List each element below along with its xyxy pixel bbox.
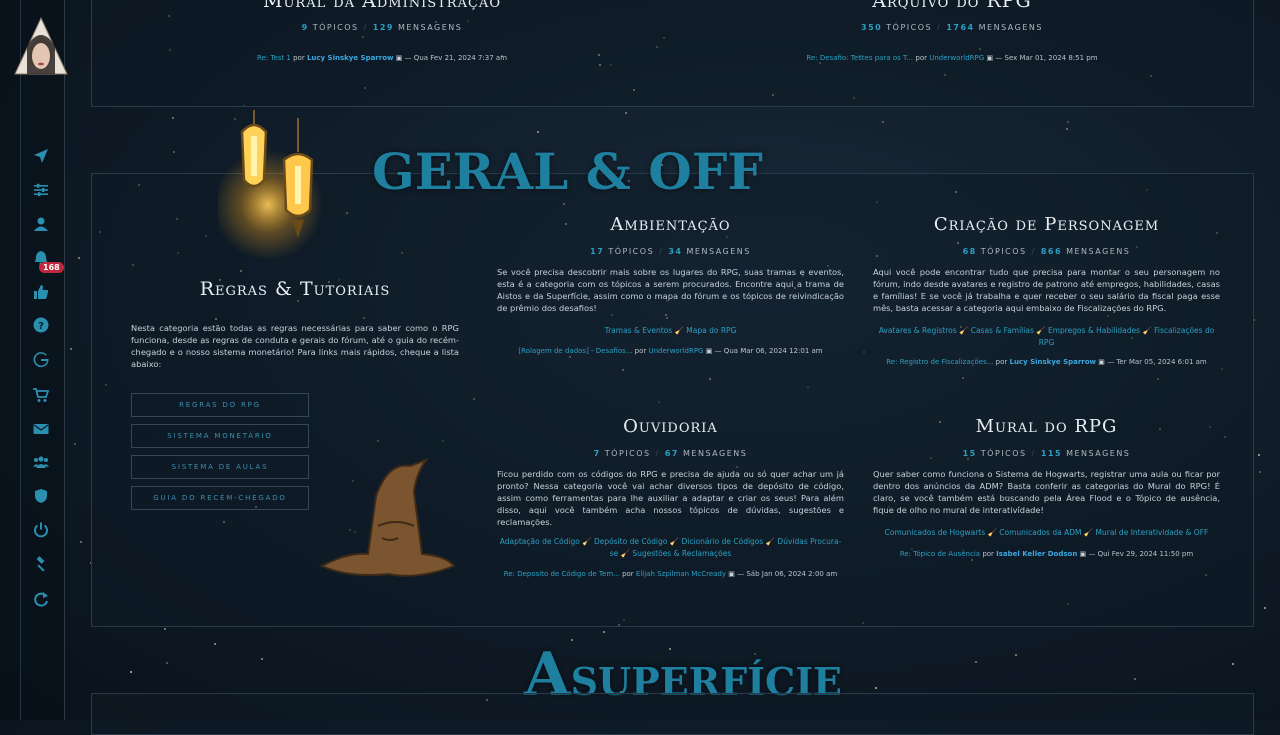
question-icon[interactable]: ? <box>31 315 51 335</box>
star <box>882 120 885 123</box>
users-icon[interactable] <box>31 452 51 472</box>
last-post: Re: Deposito de Código de Tem... por Eli… <box>503 570 838 579</box>
forum-title[interactable]: Arquivo do RPG <box>752 0 1152 13</box>
star <box>261 657 264 660</box>
star <box>1258 471 1261 474</box>
star <box>1134 677 1137 680</box>
forum-criacao-personagem[interactable]: Criação de Personagem 68 TÓPICOS/866 MEN… <box>873 214 1220 366</box>
forum-title[interactable]: Ouvidoria <box>497 416 844 437</box>
star <box>1066 127 1069 130</box>
last-post-user[interactable]: UnderworldRPG <box>929 54 984 62</box>
regras-rpg-button[interactable]: REGRAS DO RPG <box>131 393 309 417</box>
star <box>78 257 81 260</box>
star <box>874 686 877 689</box>
forum-ambientacao[interactable]: Ambientação 17 TÓPICOS/34 MENSAGENS Se v… <box>497 214 844 355</box>
forum-subforums[interactable]: Tramas & Eventos 🧹 Mapa do RPG <box>497 325 844 337</box>
forum-description: Aqui você pode encontrar tudo que precis… <box>873 267 1220 314</box>
forum-subforums[interactable]: Comunicados de Hogwarts 🧹 Comunicados da… <box>873 527 1220 539</box>
shield-icon[interactable] <box>31 486 51 506</box>
star <box>130 671 133 674</box>
envelope-icon[interactable] <box>31 419 51 439</box>
star <box>602 630 605 633</box>
last-post-user[interactable]: Lucy Sinskye Sparrow <box>307 54 394 62</box>
sistema-monetario-button[interactable]: SISTEMA MONETÁRIO <box>131 424 309 448</box>
star <box>70 348 73 351</box>
forum-stats: 9 TÓPICOS/129 MENSAGENS <box>301 23 463 32</box>
guia-recem-chegado-button[interactable]: GUIA DO RECÉM-CHEGADO <box>131 486 309 510</box>
star <box>164 628 167 631</box>
star <box>1263 606 1266 609</box>
star <box>974 661 977 664</box>
last-post: Re: Desafio: Testes para os T... por Und… <box>806 54 1098 62</box>
forum-description: Ficou perdido com os códigos do RPG e pr… <box>497 469 844 528</box>
last-post: [Rolagem de dados] - Desafios... por Und… <box>518 346 823 355</box>
forum-stats: 17 TÓPICOS/34 MENSAGENS <box>590 247 751 256</box>
star <box>1232 662 1235 665</box>
star <box>536 131 539 134</box>
refresh-icon[interactable] <box>31 589 51 609</box>
star <box>165 662 168 665</box>
lanterns-illustration <box>218 110 323 260</box>
forum-stats: 68 TÓPICOS/866 MENSAGENS <box>962 247 1131 256</box>
superficie-panel <box>91 693 1254 735</box>
top-forums-panel: Mural da Administração 9 TÓPICOS/129 MEN… <box>91 0 1254 107</box>
forum-stats: 15 TÓPICOS/115 MENSAGENS <box>962 449 1131 458</box>
forum-title[interactable]: Criação de Personagem <box>873 214 1220 235</box>
sistema-aulas-button[interactable]: SISTEMA DE AULAS <box>131 455 309 479</box>
star <box>173 150 176 153</box>
g-icon[interactable] <box>31 350 51 370</box>
star <box>214 642 217 645</box>
forum-title[interactable]: Mural da Administração <box>242 0 522 13</box>
sidebar-divider <box>20 0 21 720</box>
forum-subforums[interactable]: Adaptação de Código 🧹 Depósito de Código… <box>497 536 844 559</box>
forum-arquivo-rpg[interactable]: Arquivo do RPG 350 TÓPICOS/1764 MENSAGEN… <box>752 0 1152 62</box>
forum-title[interactable]: Mural do RPG <box>873 416 1220 437</box>
section-heading-geral: GERAL & OFF <box>372 142 763 201</box>
forum-mural-administracao[interactable]: Mural da Administração 9 TÓPICOS/129 MEN… <box>242 0 522 62</box>
forum-stats: 350 TÓPICOS/1764 MENSAGENS <box>861 23 1043 32</box>
star <box>1014 654 1017 657</box>
last-post: Re: Registro de Fiscalizações... por Luc… <box>886 358 1207 367</box>
forum-ouvidoria[interactable]: Ouvidoria 7 TÓPICOS/67 MENSAGENS Ficou p… <box>497 416 844 578</box>
star <box>80 540 83 543</box>
notification-badge: 168 <box>39 262 64 273</box>
star <box>1066 120 1069 123</box>
star <box>625 111 628 114</box>
svg-text:?: ? <box>38 321 44 332</box>
regras-tutoriais-title: Regras & Tutoriais <box>199 278 391 300</box>
last-post-link[interactable]: Re: Test 1 <box>257 54 291 62</box>
forum-title[interactable]: Ambientação <box>497 214 844 235</box>
sorting-hat-illustration <box>319 457 456 577</box>
user-icon[interactable] <box>31 214 51 234</box>
forum-description: Quer saber como funciona o Sistema de Ho… <box>873 469 1220 516</box>
user-avatar[interactable] <box>13 16 69 76</box>
left-sidebar: 168 ? <box>0 0 68 720</box>
sliders-icon[interactable] <box>31 180 51 200</box>
star <box>74 443 77 445</box>
forum-stats: 7 TÓPICOS/67 MENSAGENS <box>593 449 748 458</box>
last-post: Re: Test 1 por Lucy Sinskye Sparrow ▣ — … <box>256 54 508 62</box>
forum-description: Se você precisa descobrir mais sobre os … <box>497 267 844 314</box>
star <box>1257 454 1260 457</box>
send-icon[interactable] <box>31 146 51 166</box>
regras-tutoriais-description: Nesta categoria estão todas as regras ne… <box>131 323 459 370</box>
star <box>172 116 175 119</box>
gavel-icon[interactable] <box>31 554 51 574</box>
last-post-link[interactable]: Re: Desafio: Testes para os T... <box>806 54 913 62</box>
forum-subforums[interactable]: Avatares & Registros 🧹 Casas & Famílias … <box>873 325 1220 348</box>
thumbs-up-icon[interactable] <box>31 282 51 302</box>
cart-icon[interactable] <box>31 385 51 405</box>
last-post: Re: Tópico de Ausência por Isabel Keller… <box>899 549 1194 558</box>
power-icon[interactable] <box>31 520 51 540</box>
forum-mural-rpg[interactable]: Mural do RPG 15 TÓPICOS/115 MENSAGENS Qu… <box>873 416 1220 558</box>
